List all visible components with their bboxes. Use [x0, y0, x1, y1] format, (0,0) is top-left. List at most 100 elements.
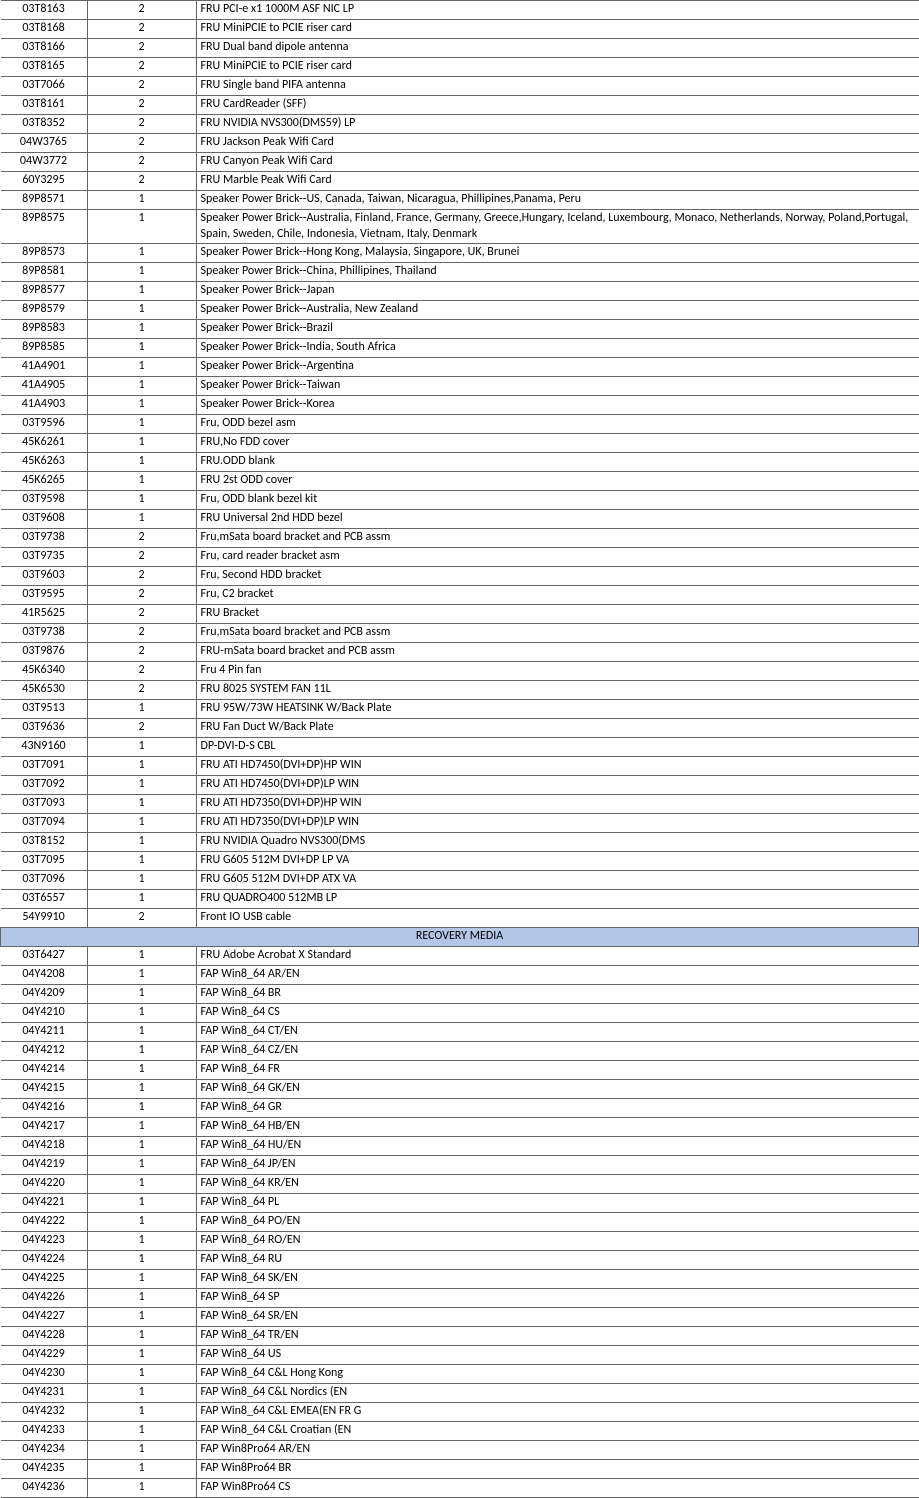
table-row: 03T70921FRU ATI HD7450(DVI+DP)LP WIN — [1, 776, 919, 795]
table-row: 89P85751Speaker Power Brick--Australia, … — [1, 210, 919, 244]
table-row: 41R56252FRU Bracket — [1, 605, 919, 624]
part-number: 89P8573 — [1, 244, 88, 263]
table-row: 03T95981Fru, ODD blank bezel kit — [1, 491, 919, 510]
description: FAP Win8_64 CZ/EN — [196, 1042, 919, 1061]
quantity: 2 — [87, 1, 196, 20]
description: FAP Win8_64 TR/EN — [196, 1327, 919, 1346]
quantity: 1 — [87, 1479, 196, 1498]
part-number: 45K6261 — [1, 434, 88, 453]
part-number: 03T8163 — [1, 1, 88, 20]
quantity: 1 — [87, 1289, 196, 1308]
description: FRU G605 512M DVI+DP LP VA — [196, 852, 919, 871]
part-number: 04Y4233 — [1, 1422, 88, 1441]
description: Speaker Power Brick--Japan — [196, 282, 919, 301]
table-row: 04Y42331FAP Win8_64 C&L Croatian (EN — [1, 1422, 919, 1441]
part-number: 54Y9910 — [1, 909, 88, 928]
quantity: 2 — [87, 662, 196, 681]
description: FRU Jackson Peak Wifi Card — [196, 134, 919, 153]
part-number: 04Y4210 — [1, 1004, 88, 1023]
part-number: 04Y4216 — [1, 1099, 88, 1118]
description: FAP Win8_64 BR — [196, 985, 919, 1004]
description: FRU Single band PIFA antenna — [196, 77, 919, 96]
part-number: 03T7091 — [1, 757, 88, 776]
description: Speaker Power Brick--Brazil — [196, 320, 919, 339]
quantity: 1 — [87, 966, 196, 985]
description: FRU Adobe Acrobat X Standard — [196, 947, 919, 966]
part-number: 60Y3295 — [1, 172, 88, 191]
quantity: 2 — [87, 153, 196, 172]
quantity: 2 — [87, 624, 196, 643]
description: FAP Win8_64 RU — [196, 1251, 919, 1270]
description: Speaker Power Brick--US, Canada, Taiwan,… — [196, 191, 919, 210]
quantity: 1 — [87, 985, 196, 1004]
table-row: 04Y42211FAP Win8_64 PL — [1, 1194, 919, 1213]
description: FAP Win8_64 SP — [196, 1289, 919, 1308]
table-row: 03T95131FRU 95W/73W HEATSINK W/Back Plat… — [1, 700, 919, 719]
quantity: 1 — [87, 1099, 196, 1118]
table-row: 45K62611FRU,No FDD cover — [1, 434, 919, 453]
description: Fru,mSata board bracket and PCB assm — [196, 529, 919, 548]
table-row: 04Y42091FAP Win8_64 BR — [1, 985, 919, 1004]
quantity: 1 — [87, 1194, 196, 1213]
quantity: 1 — [87, 1118, 196, 1137]
part-number: 04Y4212 — [1, 1042, 88, 1061]
quantity: 2 — [87, 719, 196, 738]
description: Speaker Power Brick--Hong Kong, Malaysia… — [196, 244, 919, 263]
quantity: 1 — [87, 1023, 196, 1042]
table-row: 04W37722FRU Canyon Peak Wifi Card — [1, 153, 919, 172]
quantity: 2 — [87, 134, 196, 153]
table-row: 41A49011Speaker Power Brick--Argentina — [1, 358, 919, 377]
part-number: 45K6530 — [1, 681, 88, 700]
quantity: 1 — [87, 434, 196, 453]
table-row: 41A49051Speaker Power Brick--Taiwan — [1, 377, 919, 396]
part-number: 03T6427 — [1, 947, 88, 966]
quantity: 2 — [87, 643, 196, 662]
quantity: 1 — [87, 1213, 196, 1232]
part-number: 45K6265 — [1, 472, 88, 491]
quantity: 2 — [87, 529, 196, 548]
quantity: 1 — [87, 377, 196, 396]
table-row: 03T70931FRU ATI HD7350(DVI+DP)HP WIN — [1, 795, 919, 814]
quantity: 1 — [87, 1251, 196, 1270]
part-number: 03T7066 — [1, 77, 88, 96]
part-number: 04Y4226 — [1, 1289, 88, 1308]
description: FAP Win8_64 PL — [196, 1194, 919, 1213]
table-row: 04Y42171FAP Win8_64 HB/EN — [1, 1118, 919, 1137]
description: FRU NVIDIA Quadro NVS300(DMS — [196, 833, 919, 852]
table-row: 03T97382Fru,mSata board bracket and PCB … — [1, 624, 919, 643]
part-number: 04Y4223 — [1, 1232, 88, 1251]
quantity: 1 — [87, 947, 196, 966]
table-row: 89P85851Speaker Power Brick--India, Sout… — [1, 339, 919, 358]
part-number: 04Y4220 — [1, 1175, 88, 1194]
description: DP-DVI-D-S CBL — [196, 738, 919, 757]
part-number: 04Y4228 — [1, 1327, 88, 1346]
table-row: 04Y42311FAP Win8_64 C&L Nordics (EN — [1, 1384, 919, 1403]
description: FAP Win8_64 C&L Hong Kong — [196, 1365, 919, 1384]
part-number: 03T9596 — [1, 415, 88, 434]
quantity: 2 — [87, 20, 196, 39]
table-row: 45K63402Fru 4 Pin fan — [1, 662, 919, 681]
description: FAP Win8_64 SK/EN — [196, 1270, 919, 1289]
part-number: 89P8581 — [1, 263, 88, 282]
description: FRU MiniPCIE to PCIE riser card — [196, 58, 919, 77]
quantity: 1 — [87, 263, 196, 282]
table-row: 03T96362FRU Fan Duct W/Back Plate — [1, 719, 919, 738]
quantity: 2 — [87, 909, 196, 928]
description: FRU Bracket — [196, 605, 919, 624]
part-number: 04Y4222 — [1, 1213, 88, 1232]
quantity: 1 — [87, 491, 196, 510]
description: Speaker Power Brick--Australia, Finland,… — [196, 210, 919, 244]
quantity: 1 — [87, 1403, 196, 1422]
part-number: 03T9735 — [1, 548, 88, 567]
part-number: 41R5625 — [1, 605, 88, 624]
description: Front IO USB cable — [196, 909, 919, 928]
description: Fru, C2 bracket — [196, 586, 919, 605]
part-number: 04Y4229 — [1, 1346, 88, 1365]
part-number: 04Y4234 — [1, 1441, 88, 1460]
description: FAP Win8_64 FR — [196, 1061, 919, 1080]
part-number: 03T9738 — [1, 624, 88, 643]
quantity: 2 — [87, 586, 196, 605]
quantity: 1 — [87, 1042, 196, 1061]
description: FAP Win8_64 RO/EN — [196, 1232, 919, 1251]
description: FRU Fan Duct W/Back Plate — [196, 719, 919, 738]
